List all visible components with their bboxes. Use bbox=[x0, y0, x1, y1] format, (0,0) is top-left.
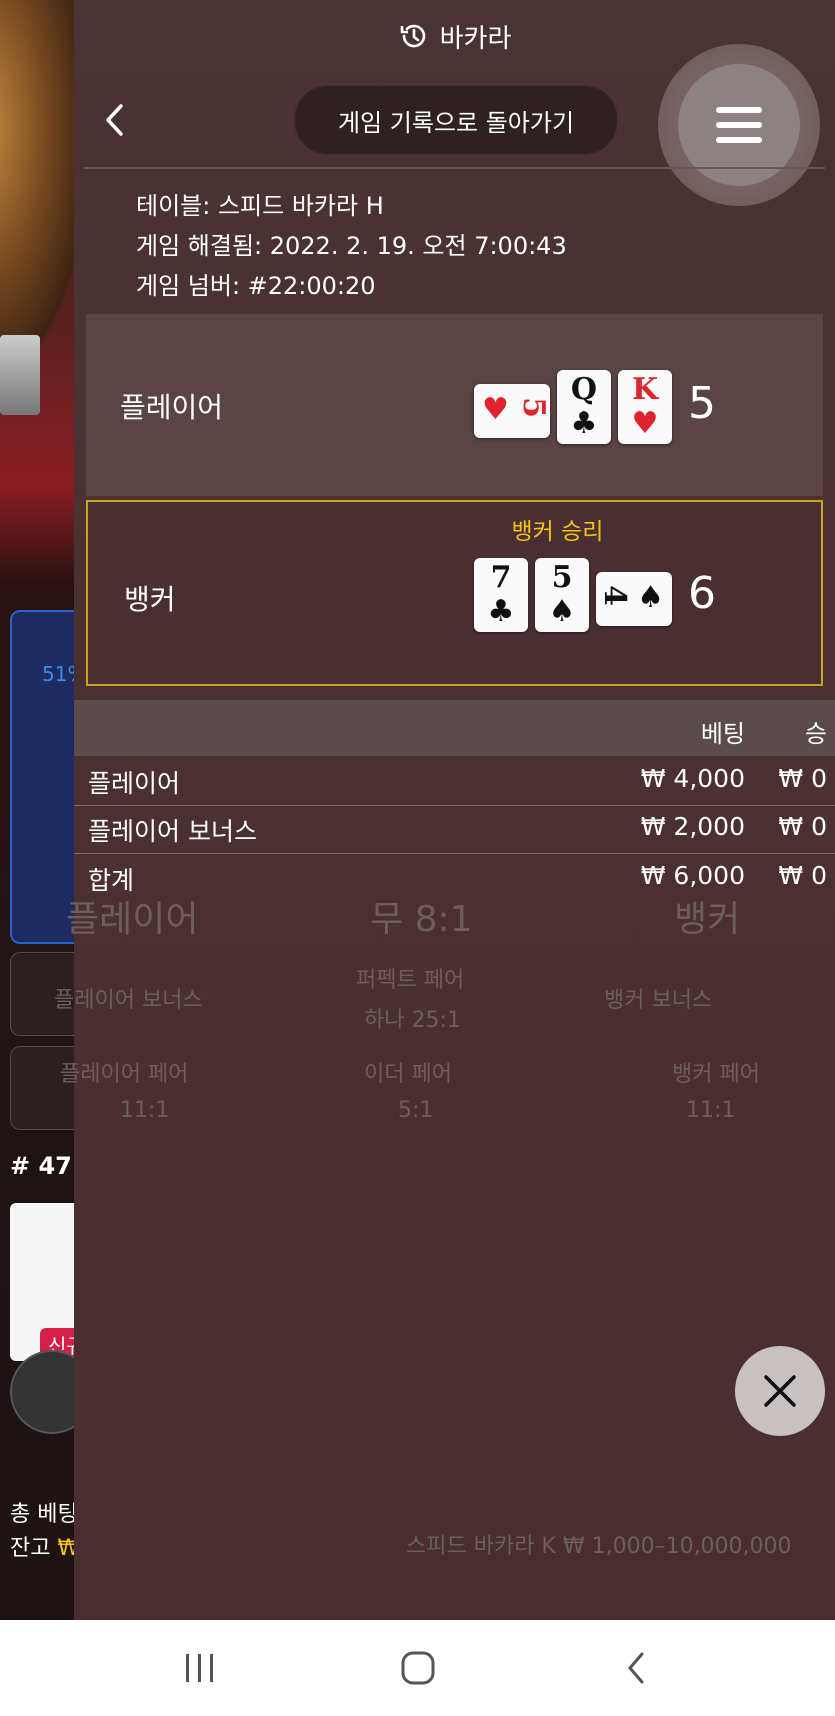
winner-label: 뱅커 승리 bbox=[511, 519, 604, 545]
bg-label-player-pair-odds: 11:1 bbox=[120, 1098, 170, 1123]
bg-label-banker-bonus: 뱅커 보너스 bbox=[604, 988, 713, 1013]
table-row: 플레이어 보너스 ₩ 2,000 ₩ 0 bbox=[74, 806, 835, 854]
table-row: 플레이어 ₩ 4,000 ₩ 0 bbox=[74, 758, 835, 806]
back-button[interactable] bbox=[94, 100, 134, 140]
win-amount: ₩ 0 bbox=[778, 764, 827, 793]
bg-label-perfect-pair-odds: 하나 25:1 bbox=[364, 1008, 461, 1033]
bg-label-either-pair-odds: 5:1 bbox=[398, 1098, 434, 1123]
hamburger-icon bbox=[716, 107, 762, 143]
bg-label-perfect-pair: 퍼펙트 페어 bbox=[356, 968, 465, 993]
card-shoe bbox=[0, 335, 40, 415]
banker-label: 뱅커 bbox=[124, 583, 176, 616]
card-suit: ♣ bbox=[487, 594, 515, 629]
table-name: 테이블: 스피드 바카라 H bbox=[136, 192, 384, 220]
page-title: 바카라 bbox=[439, 23, 512, 54]
player-result-row: 플레이어 5 ♥ Q ♣ K ♥ 5 bbox=[86, 314, 823, 496]
bet-amount: ₩ 2,000 bbox=[640, 812, 745, 841]
game-detail-panel: 바카라 게임 기록으로 돌아가기 테이블: 스피드 바카라 H 게임 해결됨: … bbox=[54, 0, 835, 1620]
card-rank: 5 bbox=[516, 397, 552, 418]
player-card-3: K ♥ bbox=[618, 370, 672, 444]
win-amount: ₩ 0 bbox=[778, 861, 827, 890]
home-button[interactable] bbox=[388, 1648, 448, 1688]
resolved-time: 게임 해결됨: 2022. 2. 19. 오전 7:00:43 bbox=[136, 232, 567, 260]
card-rank: Q bbox=[570, 372, 598, 407]
bg-label-banker-pair: 뱅커 페어 bbox=[672, 1062, 760, 1087]
card-rank: 7 bbox=[490, 560, 512, 595]
chevron-left-icon bbox=[106, 104, 123, 136]
bg-label-either-pair: 이더 페어 bbox=[364, 1062, 452, 1087]
bg-label-player: 플레이어 bbox=[66, 899, 199, 940]
bg-label-banker-pair-odds: 11:1 bbox=[686, 1098, 736, 1123]
close-button[interactable] bbox=[735, 1346, 825, 1436]
player-score: 5 bbox=[688, 378, 716, 429]
bet-name: 플레이어 보너스 bbox=[88, 817, 257, 846]
round-number: # 47 bbox=[10, 1152, 72, 1180]
card-rank: 5 bbox=[551, 560, 573, 595]
bg-label-banker: 뱅커 bbox=[674, 899, 741, 940]
bg-label-player-bonus: 플레이어 보너스 bbox=[54, 988, 203, 1013]
banker-score: 6 bbox=[688, 568, 716, 619]
system-back-button[interactable] bbox=[606, 1648, 666, 1688]
banker-card-3: 4 ♠ bbox=[596, 572, 672, 626]
win-amount: ₩ 0 bbox=[778, 812, 827, 841]
game-number: 게임 넘버: #22:00:20 bbox=[136, 272, 376, 300]
bet-amount: ₩ 6,000 bbox=[640, 861, 745, 890]
card-suit: ♥ bbox=[631, 406, 659, 441]
player-label: 플레이어 bbox=[120, 391, 224, 424]
bg-label-tie: 무 8:1 bbox=[370, 899, 473, 940]
row-divider bbox=[74, 853, 835, 854]
bet-amount: ₩ 4,000 bbox=[640, 764, 745, 793]
card-suit: ♠ bbox=[637, 580, 664, 615]
card-rank: K bbox=[631, 372, 659, 407]
card-suit: ♥ bbox=[482, 392, 509, 427]
return-to-history-button[interactable]: 게임 기록으로 돌아가기 bbox=[294, 85, 618, 155]
balance-label: 잔고 bbox=[10, 1536, 51, 1561]
bg-table-limits: 스피드 바카라 K ₩ 1,000–10,000,000 bbox=[406, 1534, 792, 1559]
header-divider bbox=[84, 167, 825, 169]
card-rank: 4 bbox=[596, 585, 632, 606]
close-icon bbox=[764, 1375, 796, 1407]
home-icon bbox=[401, 1651, 435, 1685]
player-card-2: Q ♣ bbox=[557, 370, 611, 444]
bet-name: 플레이어 bbox=[88, 769, 181, 798]
card-suit: ♠ bbox=[548, 594, 576, 629]
recent-apps-button[interactable] bbox=[170, 1648, 230, 1688]
system-nav-bar bbox=[0, 1620, 835, 1716]
banker-card-1: 7 ♣ bbox=[474, 558, 528, 632]
banker-card-2: 5 ♠ bbox=[535, 558, 589, 632]
recent-apps-icon bbox=[186, 1654, 213, 1682]
card-suit: ♣ bbox=[570, 406, 598, 441]
history-icon bbox=[400, 24, 425, 48]
back-icon bbox=[628, 1652, 644, 1684]
banker-result-row: 뱅커 승리 뱅커 7 ♣ 5 ♠ 4 ♠ 6 bbox=[86, 500, 823, 686]
player-card-1: 5 ♥ bbox=[474, 384, 552, 438]
header-bet: 베팅 bbox=[700, 720, 745, 748]
bg-label-player-pair: 플레이어 페어 bbox=[60, 1062, 189, 1087]
bets-table-header: 베팅 승 bbox=[74, 700, 835, 756]
header-win: 승 bbox=[804, 720, 827, 748]
